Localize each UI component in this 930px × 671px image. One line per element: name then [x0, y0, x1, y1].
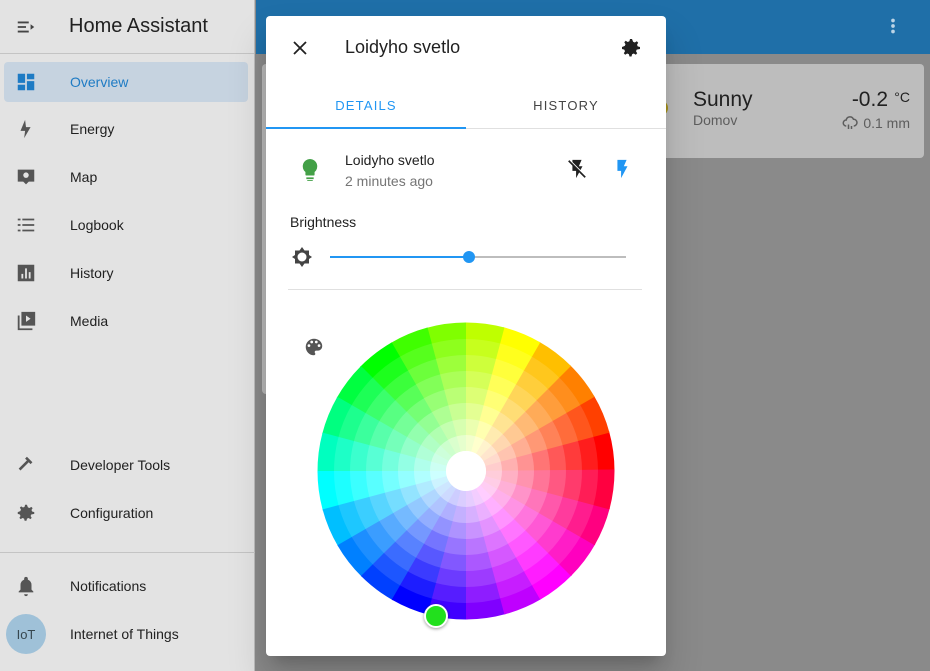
chart-box-icon	[17, 264, 35, 282]
weather-temperature-unit: °C	[894, 89, 910, 105]
cog-icon	[622, 39, 640, 57]
settings-button[interactable]	[618, 35, 644, 61]
sidebar-item-label: Logbook	[70, 217, 124, 233]
sidebar-item-notifications[interactable]: Notifications	[4, 566, 248, 606]
more-info-dialog: Loidyho svetlo DETAILS HISTORY Loidyho s…	[266, 16, 666, 656]
sidebar-item-label: Map	[70, 169, 98, 185]
lightbulb-icon	[302, 159, 318, 181]
sidebar-divider	[0, 552, 255, 553]
map-icon	[17, 169, 35, 185]
bell-icon	[18, 576, 34, 597]
sidebar-item-label: Overview	[70, 74, 129, 90]
weather-location: Domov	[693, 112, 738, 128]
slider-thumb[interactable]	[463, 251, 475, 263]
dashboard-icon	[17, 73, 35, 91]
brightness-icon	[292, 247, 312, 267]
flash-icon[interactable]	[611, 157, 633, 181]
menu-toggle-button[interactable]	[0, 0, 52, 54]
weather-temperature: -0.2	[851, 88, 888, 111]
color-wheel-center	[446, 451, 486, 491]
sidebar-item-user[interactable]: IoT Internet of Things	[4, 614, 248, 654]
weather-card[interactable]: Sunny Domov -0.2 °C 0.1 mm	[656, 64, 924, 158]
dialog-title: Loidyho svetlo	[345, 37, 461, 57]
sidebar: Home Assistant Overview Energy Map Logbo…	[0, 0, 255, 671]
sidebar-item-overview[interactable]: Overview	[4, 62, 248, 102]
avatar: IoT	[6, 614, 46, 654]
dialog-header: Loidyho svetlo	[266, 16, 666, 80]
sidebar-item-label: Internet of Things	[70, 626, 179, 642]
entity-row: Loidyho svetlo 2 minutes ago	[266, 144, 666, 200]
slider-fill	[330, 256, 469, 258]
sidebar-header: Home Assistant	[0, 0, 254, 54]
sidebar-item-logbook[interactable]: Logbook	[4, 205, 248, 245]
sidebar-item-label: Developer Tools	[70, 457, 171, 473]
sidebar-item-label: Energy	[70, 121, 115, 137]
flash-off-icon[interactable]	[566, 157, 588, 181]
close-icon	[293, 41, 307, 55]
divider	[288, 289, 642, 290]
sidebar-item-developer-tools[interactable]: Developer Tools	[4, 445, 248, 485]
sidebar-item-label: Notifications	[70, 578, 147, 594]
hammer-icon	[18, 456, 33, 471]
entity-name: Loidyho svetlo	[345, 152, 435, 168]
dots-vertical-icon	[891, 18, 895, 34]
lightning-bolt-icon	[20, 119, 31, 139]
sidebar-item-media[interactable]: Media	[4, 301, 248, 341]
dialog-tabs: DETAILS HISTORY	[266, 82, 666, 129]
menu-open-icon	[17, 21, 35, 32]
brightness-label: Brightness	[290, 214, 357, 230]
sidebar-item-label: Media	[70, 313, 109, 329]
brightness-slider[interactable]	[330, 245, 626, 269]
weather-pouring-icon	[842, 116, 858, 129]
weather-precipitation: 0.1 mm	[841, 114, 910, 132]
sidebar-item-map[interactable]: Map	[4, 157, 248, 197]
sidebar-item-label: Configuration	[70, 505, 154, 521]
app-title: Home Assistant	[69, 15, 208, 37]
entity-last-changed: 2 minutes ago	[345, 173, 433, 189]
cog-icon	[17, 504, 35, 521]
color-wheel[interactable]	[317, 322, 615, 620]
tab-details[interactable]: DETAILS	[266, 82, 466, 129]
close-button[interactable]	[286, 34, 314, 62]
weather-condition: Sunny	[693, 88, 753, 111]
color-picker-handle[interactable]	[424, 604, 448, 628]
sidebar-item-configuration[interactable]: Configuration	[4, 493, 248, 533]
precipitation-value: 0.1 mm	[863, 115, 910, 131]
sidebar-item-label: History	[70, 265, 114, 281]
play-box-icon	[17, 311, 36, 331]
sidebar-item-history[interactable]: History	[4, 253, 248, 293]
list-icon	[17, 218, 35, 232]
sidebar-item-energy[interactable]: Energy	[4, 109, 248, 149]
tab-history[interactable]: HISTORY	[466, 82, 666, 128]
more-menu-button[interactable]	[882, 15, 904, 42]
